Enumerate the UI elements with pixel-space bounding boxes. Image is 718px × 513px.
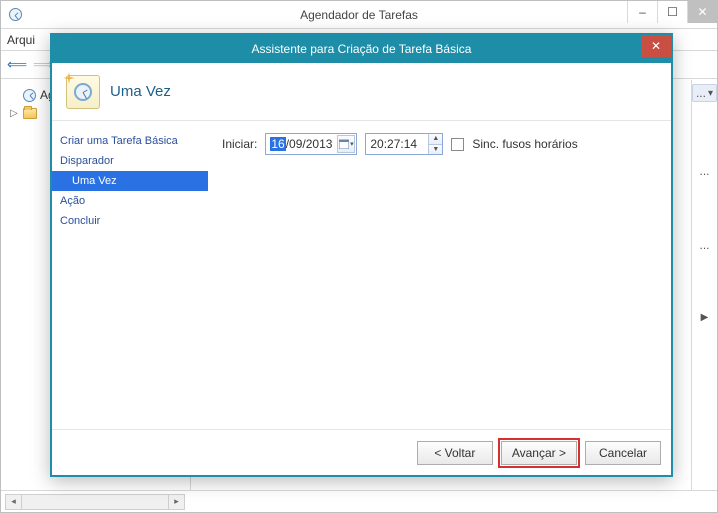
clock-icon	[74, 83, 92, 101]
window-controls: – ☐ ✕	[627, 1, 717, 23]
horizontal-scrollbar[interactable]: ◂ ▸	[5, 494, 185, 510]
time-value: 20:27:14	[370, 137, 417, 151]
scroll-left-button[interactable]: ◂	[6, 495, 22, 509]
folder-icon	[23, 108, 37, 119]
wizard-header: Uma Vez	[52, 63, 671, 121]
parent-titlebar[interactable]: Agendador de Tarefas – ☐ ✕	[1, 1, 717, 29]
scroll-right-button[interactable]: ▸	[168, 495, 184, 509]
sync-timezones-checkbox[interactable]	[451, 138, 464, 151]
step-finish[interactable]: Concluir	[52, 211, 208, 231]
actions-dropdown-icon[interactable]: ▾	[708, 88, 713, 99]
wizard-body: Criar uma Tarefa Básica Disparador Uma V…	[52, 121, 671, 429]
close-button[interactable]: ✕	[687, 1, 717, 23]
time-spin-down[interactable]: ▼	[428, 145, 442, 155]
step-trigger[interactable]: Disparador	[52, 151, 208, 171]
actions-pane: ... ▾ ... ... ▶	[691, 80, 717, 490]
minimize-button[interactable]: –	[627, 1, 657, 23]
arrow-back-icon: ⟸	[7, 56, 27, 73]
nav-back-button[interactable]: ⟸	[5, 54, 29, 76]
actions-caret-icon[interactable]: ▶	[701, 312, 709, 323]
date-picker-button[interactable]: ▾	[337, 135, 355, 153]
dialog-titlebar[interactable]: Assistente para Criação de Tarefa Básica…	[52, 35, 671, 63]
date-day-selected: 16	[270, 137, 285, 151]
step-action[interactable]: Ação	[52, 191, 208, 211]
date-rest: /09/2013	[286, 137, 333, 151]
maximize-button[interactable]: ☐	[657, 1, 687, 23]
wizard-steps: Criar uma Tarefa Básica Disparador Uma V…	[52, 121, 208, 429]
wizard-page-heading: Uma Vez	[110, 83, 171, 100]
app-icon	[1, 8, 29, 21]
sync-timezones-label: Sinc. fusos horários	[472, 137, 577, 151]
time-spinner: ▲ ▼	[428, 134, 442, 154]
clock-icon	[23, 89, 36, 102]
start-time-input[interactable]: 20:27:14 ▲ ▼	[365, 133, 443, 155]
calendar-icon	[339, 139, 349, 149]
step-one-time[interactable]: Uma Vez	[52, 171, 208, 191]
sparkle-icon	[63, 72, 75, 84]
time-spin-up[interactable]: ▲	[428, 134, 442, 145]
wizard-main: Iniciar: 16/09/2013 ▾ 20:27:14 ▲ ▼	[208, 121, 671, 429]
dialog-title: Assistente para Criação de Tarefa Básica	[52, 42, 671, 56]
tree-expander[interactable]: ▷	[9, 108, 19, 119]
back-button[interactable]: < Voltar	[417, 441, 493, 465]
actions-header: ... ▾	[692, 84, 717, 102]
wizard-footer: < Voltar Avançar > Cancelar	[52, 429, 671, 475]
start-label: Iniciar:	[222, 137, 257, 151]
parent-statusbar: ◂ ▸	[1, 490, 717, 512]
start-date-input[interactable]: 16/09/2013 ▾	[265, 133, 357, 155]
actions-item-1[interactable]: ...	[699, 164, 709, 178]
basic-task-wizard-dialog: Assistente para Criação de Tarefa Básica…	[50, 33, 673, 477]
parent-title: Agendador de Tarefas	[1, 8, 717, 22]
next-button[interactable]: Avançar >	[501, 441, 577, 465]
start-row: Iniciar: 16/09/2013 ▾ 20:27:14 ▲ ▼	[222, 133, 657, 155]
actions-item-2[interactable]: ...	[699, 238, 709, 252]
step-create-basic-task[interactable]: Criar uma Tarefa Básica	[52, 131, 208, 151]
chevron-down-icon: ▾	[350, 140, 354, 148]
actions-header-ellipsis: ...	[696, 86, 706, 100]
cancel-button[interactable]: Cancelar	[585, 441, 661, 465]
menu-file[interactable]: Arqui	[7, 33, 35, 47]
wizard-icon	[66, 75, 100, 109]
dialog-close-button[interactable]: ✕	[641, 35, 671, 57]
